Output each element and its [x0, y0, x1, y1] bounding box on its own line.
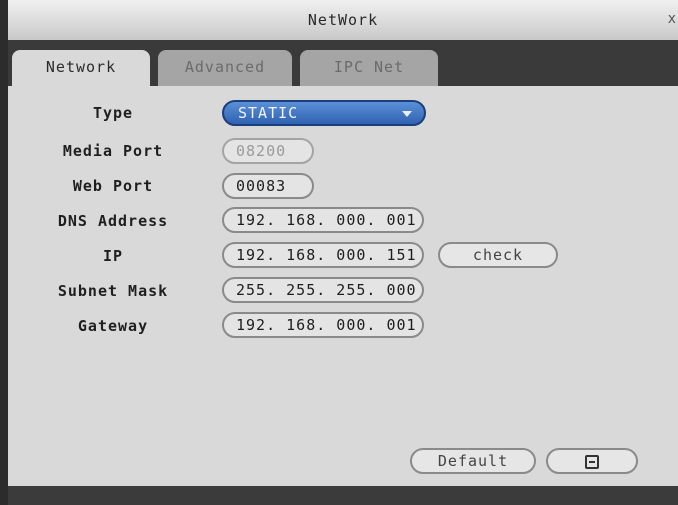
web-port-field[interactable]: 00083 — [222, 173, 314, 199]
check-button[interactable]: check — [438, 242, 558, 268]
dns-address-field[interactable]: 192. 168. 000. 001 — [222, 207, 424, 233]
network-form: Type STATIC Media Port 08200 Web Port 00… — [8, 86, 678, 486]
type-label: Type — [92, 104, 134, 122]
type-value: STATIC — [238, 104, 299, 122]
web-port-label: Web Port — [72, 177, 154, 195]
media-port-field[interactable]: 08200 — [222, 138, 314, 164]
ip-label: IP — [102, 247, 124, 265]
gateway-field[interactable]: 192. 168. 000. 001 — [222, 312, 424, 338]
close-icon[interactable]: x — [668, 11, 676, 27]
subnet-mask-field[interactable]: 255. 255. 255. 000 — [222, 277, 424, 303]
ip-field[interactable]: 192. 168. 000. 151 — [222, 242, 424, 268]
default-button[interactable]: Default — [410, 448, 536, 474]
gateway-label: Gateway — [77, 317, 149, 335]
dns-address-label: DNS Address — [57, 212, 169, 230]
subnet-mask-label: Subnet Mask — [57, 282, 169, 300]
tab-advanced[interactable]: Advanced — [158, 50, 292, 86]
network-window: NetWork x Network Advanced IPC Net Type … — [8, 0, 678, 505]
save-button[interactable] — [546, 448, 638, 474]
tab-ipc-net[interactable]: IPC Net — [300, 50, 438, 86]
type-dropdown[interactable]: STATIC — [222, 100, 426, 126]
window-title: NetWork — [307, 11, 379, 29]
bottom-strip — [8, 486, 678, 505]
chevron-down-icon — [402, 111, 412, 117]
tab-network[interactable]: Network — [12, 50, 150, 86]
title-bar: NetWork x — [8, 0, 678, 41]
tab-bar: Network Advanced IPC Net — [8, 40, 678, 86]
media-port-label: Media Port — [62, 142, 164, 160]
floppy-save-icon — [585, 455, 599, 469]
